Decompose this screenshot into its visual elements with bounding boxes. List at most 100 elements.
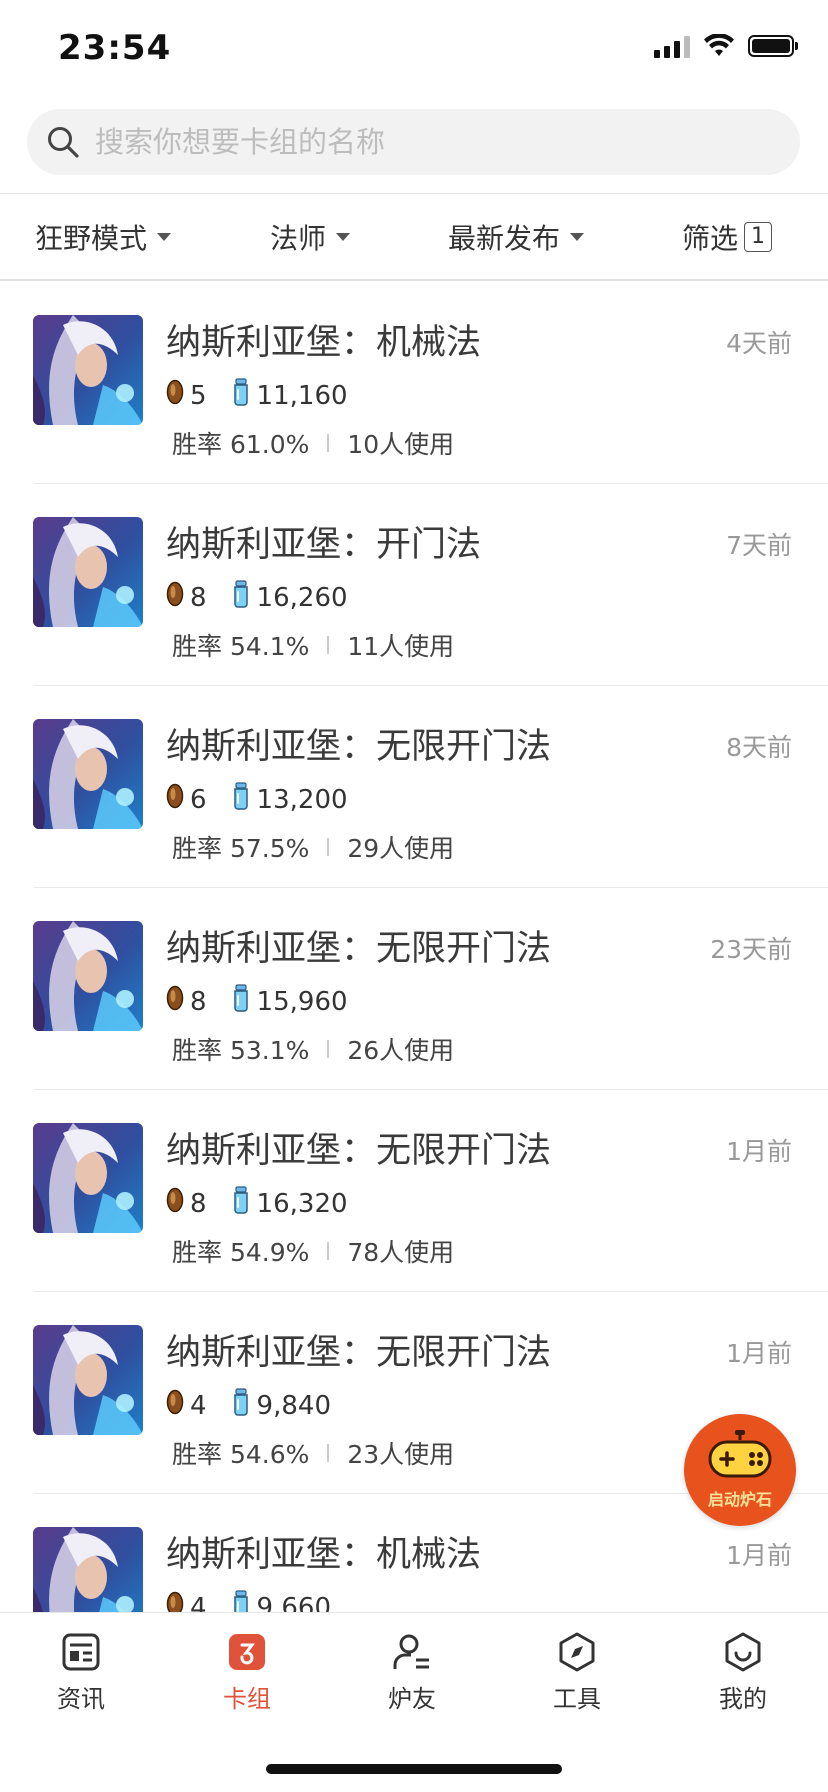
- legendary-gem-icon: [166, 1591, 184, 1612]
- legendary-count: 8: [190, 582, 207, 613]
- deck-cost: 4 9,840: [166, 1388, 331, 1423]
- stats-divider: [327, 434, 330, 452]
- home-indicator: [266, 1764, 562, 1774]
- legendary-gem-icon: [166, 379, 184, 412]
- caret-down-icon: [570, 233, 585, 241]
- deck-stats: 胜率 57.5% 29人使用: [172, 829, 454, 865]
- win-rate: 胜率 54.6%: [172, 1440, 310, 1469]
- search-icon: [43, 122, 83, 162]
- filter-bar: 狂野模式 法师 最新发布 筛选 1: [0, 193, 828, 281]
- deck-title: 纳斯利亚堡：无限开门法: [166, 1131, 552, 1171]
- wifi-icon: [704, 34, 734, 56]
- deck-hero-avatar: [33, 921, 143, 1031]
- deck-hero-avatar: [33, 1527, 143, 1612]
- deck-list-item[interactable]: 纳斯利亚堡：机械法 4天前 5 11,160 胜率 61.0% 10人使用: [0, 282, 828, 484]
- user-count: 23人使用: [347, 1440, 455, 1469]
- arcane-dust-icon: [231, 1186, 251, 1221]
- legendary-gem-icon: [166, 1187, 184, 1220]
- status-time: 23:54: [58, 28, 172, 68]
- user-count: 26人使用: [347, 1036, 455, 1065]
- friends-icon: [393, 1634, 429, 1669]
- deck-time: 8天前: [726, 733, 792, 762]
- deck-hero-avatar: [33, 315, 143, 425]
- deck-title: 纳斯利亚堡：无限开门法: [166, 1333, 552, 1373]
- tab-friends[interactable]: 炉友: [352, 1631, 472, 1714]
- cellular-signal-icon: [654, 34, 690, 58]
- tab-label: 工具: [553, 1685, 601, 1713]
- dust-cost: 16,260: [256, 582, 348, 613]
- tab-news[interactable]: 资讯: [21, 1631, 141, 1714]
- tab-label: 卡组: [223, 1685, 271, 1713]
- arcane-dust-icon: [231, 1590, 251, 1612]
- win-rate: 胜率 57.5%: [172, 834, 310, 863]
- deck-list-item[interactable]: 纳斯利亚堡：无限开门法 8天前 6 13,200 胜率 57.5% 29人使用: [0, 686, 828, 888]
- dust-cost: 9,660: [256, 1592, 331, 1613]
- deck-title: 纳斯利亚堡：无限开门法: [166, 929, 552, 969]
- legendary-gem-icon: [166, 581, 184, 614]
- mode-filter-label: 狂野模式: [35, 222, 148, 255]
- deck-stats: 胜率 54.6% 23人使用: [172, 1435, 454, 1471]
- legendary-count: 8: [190, 986, 207, 1017]
- arcane-dust-icon: [231, 984, 251, 1019]
- deck-cost: 6 13,200: [166, 782, 348, 817]
- search-bar[interactable]: [27, 109, 800, 175]
- stats-divider: [327, 838, 330, 856]
- tab-label: 资讯: [57, 1685, 105, 1713]
- dust-cost: 13,200: [256, 784, 348, 815]
- deck-time: 1月前: [726, 1137, 792, 1166]
- news-icon: [62, 1633, 100, 1671]
- deck-cost: 4 9,660: [166, 1590, 331, 1612]
- legendary-count: 5: [190, 380, 207, 411]
- deck-title: 纳斯利亚堡：机械法: [166, 1535, 482, 1575]
- deck-time: 7天前: [726, 531, 792, 560]
- dust-cost: 11,160: [256, 380, 348, 411]
- stats-divider: [327, 1444, 330, 1462]
- filter-count-badge: 1: [744, 222, 773, 252]
- legendary-count: 6: [190, 784, 207, 815]
- sort-dropdown[interactable]: 最新发布: [448, 194, 585, 280]
- stats-divider: [327, 1242, 330, 1260]
- deck-time: 4天前: [726, 329, 792, 358]
- search-input[interactable]: [93, 124, 777, 160]
- deck-cost: 8 16,260: [166, 580, 348, 615]
- win-rate: 胜率 54.9%: [172, 1238, 310, 1267]
- deck-time: 1月前: [726, 1339, 792, 1368]
- deck-hero-avatar: [33, 517, 143, 627]
- dust-cost: 15,960: [256, 986, 348, 1017]
- legendary-count: 8: [190, 1188, 207, 1219]
- gamepad-icon: [708, 1430, 772, 1478]
- user-count: 29人使用: [347, 834, 455, 863]
- dust-cost: 16,320: [256, 1188, 348, 1219]
- tab-label: 炉友: [388, 1685, 436, 1713]
- tab-tools[interactable]: 工具: [517, 1631, 637, 1714]
- deck-list-item[interactable]: 纳斯利亚堡：无限开门法 1月前 8 16,320 胜率 54.9% 78人使用: [0, 1090, 828, 1292]
- user-count: 11人使用: [347, 632, 455, 661]
- arcane-dust-icon: [231, 580, 251, 615]
- deck-title: 纳斯利亚堡：机械法: [166, 323, 482, 363]
- user-count: 10人使用: [347, 430, 455, 459]
- deck-list-item[interactable]: 纳斯利亚堡：开门法 7天前 8 16,260 胜率 54.1% 11人使用: [0, 484, 828, 686]
- caret-down-icon: [336, 233, 351, 241]
- deck-hero-avatar: [33, 719, 143, 829]
- legendary-gem-icon: [166, 1389, 184, 1422]
- launch-hearthstone-button[interactable]: 启动炉石: [684, 1414, 796, 1526]
- win-rate: 胜率 53.1%: [172, 1036, 310, 1065]
- tab-me[interactable]: 我的: [683, 1631, 803, 1714]
- filter-button[interactable]: 筛选 1: [682, 194, 773, 280]
- tab-label: 我的: [719, 1685, 767, 1713]
- legendary-gem-icon: [166, 985, 184, 1018]
- deck-title: 纳斯利亚堡：开门法: [166, 525, 482, 565]
- mode-filter-dropdown[interactable]: 狂野模式: [35, 194, 172, 280]
- deck-stats: 胜率 53.1% 26人使用: [172, 1031, 454, 1067]
- tab-decks[interactable]: 卡组: [187, 1631, 307, 1714]
- class-filter-dropdown[interactable]: 法师: [270, 194, 351, 280]
- deck-list-item[interactable]: 纳斯利亚堡：无限开门法 23天前 8 15,960 胜率 53.1% 26人使用: [0, 888, 828, 1090]
- win-rate: 胜率 61.0%: [172, 430, 310, 459]
- deck-time: 23天前: [710, 935, 792, 964]
- legendary-gem-icon: [166, 783, 184, 816]
- dust-cost: 9,840: [256, 1390, 331, 1421]
- stats-divider: [327, 636, 330, 654]
- deck-stats: 胜率 61.0% 10人使用: [172, 425, 454, 461]
- arcane-dust-icon: [231, 1388, 251, 1423]
- battery-icon: [748, 35, 798, 57]
